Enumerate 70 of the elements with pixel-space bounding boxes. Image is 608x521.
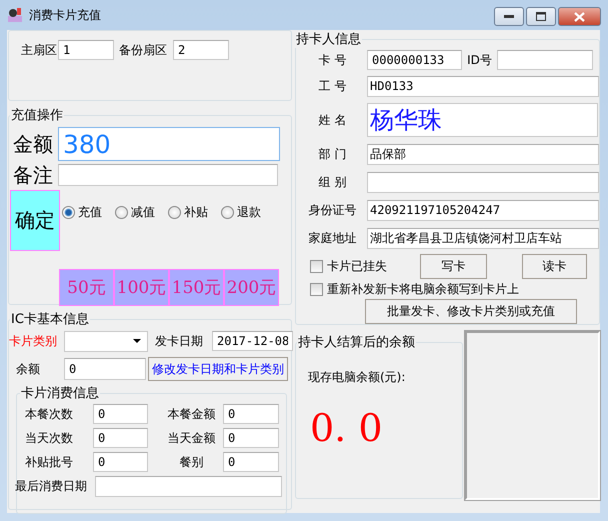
write-card-button[interactable]: 写卡 bbox=[420, 254, 487, 278]
field-label: 身份证号 bbox=[308, 202, 358, 218]
card-type-dropdown[interactable] bbox=[64, 330, 148, 352]
consumption-field[interactable]: 0 bbox=[223, 428, 279, 448]
field-label: 餐别 bbox=[178, 454, 204, 470]
group-title: 卡片消费信息 bbox=[20, 385, 100, 402]
field-label: 发卡日期 bbox=[155, 332, 204, 350]
radio-button[interactable]: 减值 bbox=[115, 204, 155, 220]
consumption-field[interactable]: 0 bbox=[93, 404, 148, 424]
maximize-icon bbox=[536, 12, 546, 21]
text-field[interactable]: HD0133 bbox=[367, 76, 599, 96]
read-card-button[interactable]: 读卡 bbox=[522, 254, 587, 278]
sector-field[interactable]: 2 bbox=[173, 40, 229, 60]
field-label: 本餐次数 bbox=[24, 406, 74, 422]
group-title: 充值操作 bbox=[10, 107, 64, 124]
balance-field[interactable]: 0 bbox=[64, 358, 146, 380]
close-button[interactable] bbox=[558, 7, 601, 26]
consumption-field[interactable]: 0 bbox=[223, 452, 279, 472]
balance-value: 0. 0 bbox=[310, 406, 384, 450]
window-title: 消费卡片充值 bbox=[29, 6, 101, 24]
field-label: 卡片类别 bbox=[9, 332, 58, 350]
field-label: 家庭地址 bbox=[308, 230, 358, 246]
group-title: IC卡基本信息 bbox=[10, 311, 90, 328]
amount-field[interactable]: 380 bbox=[58, 127, 280, 161]
last-date-field[interactable] bbox=[95, 476, 282, 496]
radio-button[interactable]: 充值 bbox=[62, 204, 102, 220]
field-label: 姓 名 bbox=[318, 112, 348, 128]
field-label: 备份扇区 bbox=[119, 42, 167, 58]
radio-button[interactable]: 补贴 bbox=[168, 204, 208, 220]
minimize-icon bbox=[504, 14, 514, 18]
field-label: ID号 bbox=[466, 52, 493, 68]
field-label: 当天金额 bbox=[166, 430, 216, 446]
app-icon bbox=[7, 7, 23, 23]
text-field[interactable] bbox=[367, 172, 599, 192]
modify-date-type-button[interactable]: 修改发卡日期和卡片类别 bbox=[148, 357, 288, 381]
field-label: 本餐金额 bbox=[166, 406, 216, 422]
close-icon bbox=[574, 12, 585, 22]
name-field[interactable]: 杨华珠 bbox=[367, 103, 598, 137]
field-label: 卡 号 bbox=[318, 52, 348, 68]
field-label: 当天次数 bbox=[24, 430, 74, 446]
id-field[interactable] bbox=[497, 50, 593, 70]
batch-button[interactable]: 批量发卡、修改卡片类别或充值 bbox=[365, 298, 577, 324]
field-label: 部 门 bbox=[318, 146, 348, 162]
balance-label: 现存电脑余额(元): bbox=[308, 369, 406, 386]
text-field[interactable]: 420921197105204247 bbox=[367, 200, 599, 220]
maximize-button[interactable] bbox=[526, 7, 556, 26]
consumption-field[interactable]: 0 bbox=[93, 428, 148, 448]
consumption-field[interactable]: 0 bbox=[93, 452, 148, 472]
note-field[interactable] bbox=[58, 164, 278, 186]
confirm-button[interactable]: 确定 bbox=[10, 190, 60, 251]
minimize-button[interactable] bbox=[494, 7, 524, 26]
field-label: 工 号 bbox=[318, 78, 348, 94]
group-title: 持卡人信息 bbox=[295, 31, 362, 48]
radio-button[interactable]: 退款 bbox=[221, 204, 261, 220]
text-field[interactable]: 品保部 bbox=[367, 144, 599, 164]
card-number-field[interactable]: 0000000133 bbox=[367, 50, 462, 70]
text-field[interactable]: 湖北省孝昌县卫店镇饶河村卫店车站 bbox=[367, 228, 599, 248]
sector-field[interactable]: 1 bbox=[58, 40, 114, 60]
field-label: 备注 bbox=[13, 162, 54, 188]
field-label: 金额 bbox=[13, 130, 54, 158]
field-label: 组 别 bbox=[318, 174, 348, 190]
reissue-checkbox[interactable]: 重新补发新卡将电脑余额写到卡片上 bbox=[310, 280, 519, 298]
field-label: 最后消费日期 bbox=[15, 478, 88, 494]
consumption-field[interactable]: 0 bbox=[223, 404, 279, 424]
group-title: 持卡人结算后的余额 bbox=[297, 334, 416, 351]
field-label: 余额 bbox=[15, 360, 41, 378]
caret-icon bbox=[133, 339, 141, 343]
field-label: 补贴批号 bbox=[24, 454, 74, 470]
field-label: 主扇区 bbox=[21, 42, 57, 58]
lost-checkbox[interactable]: 卡片已挂失 bbox=[310, 258, 387, 274]
